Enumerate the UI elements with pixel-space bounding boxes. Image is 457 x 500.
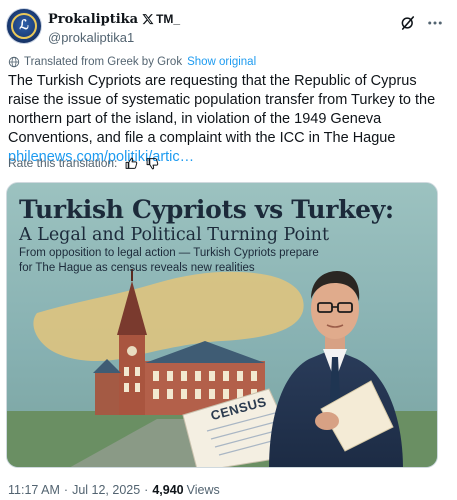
thumbs-up-icon[interactable] [125,157,138,170]
x-logo-icon [142,14,154,25]
more-icon[interactable] [425,14,445,32]
post-image[interactable]: Turkish Cypriots vs Turkey: A Legal and … [6,182,438,468]
name-suffix: TM_ [156,12,181,26]
post-text: The Turkish Cypriots are requesting that… [8,72,448,167]
grok-icon[interactable] [399,14,417,32]
meta-separator: · [63,483,69,497]
avatar-mark: ℒ [19,18,29,33]
views-label: Views [186,483,220,497]
image-subheadline: A Legal and Political Turning Point [19,225,329,245]
rate-label: Rate this translation: [8,156,118,170]
meta-separator: · [144,483,149,497]
globe-icon [8,56,20,68]
author-handle[interactable]: @prokaliptika1 [48,30,134,45]
name-row: Prokaliptika TM_ [48,10,180,28]
post-body: The Turkish Cypriots are requesting that… [8,73,436,146]
post-date[interactable]: Jul 12, 2025 [72,483,140,497]
post-header: ℒ Prokaliptika TM_ @prokaliptika1 [6,8,451,48]
show-original-link[interactable]: Show original [187,56,256,68]
thumbs-down-icon[interactable] [146,157,159,170]
translation-notice: Translated from Greek by Grok Show origi… [8,54,256,70]
rate-translation: Rate this translation: [8,155,159,171]
display-name[interactable]: Prokaliptika [48,12,138,27]
views-count: 4,940 [152,483,184,497]
translation-text: Translated from Greek by Grok [24,56,183,68]
post-time[interactable]: 11:17 AM [8,483,60,497]
image-kicker: From opposition to legal action — Turkis… [19,247,319,274]
post-meta: 11:17 AM · Jul 12, 2025 · 4,940 Views [8,482,220,498]
avatar[interactable]: ℒ [6,8,42,44]
image-headline: Turkish Cypriots vs Turkey: [19,195,394,224]
